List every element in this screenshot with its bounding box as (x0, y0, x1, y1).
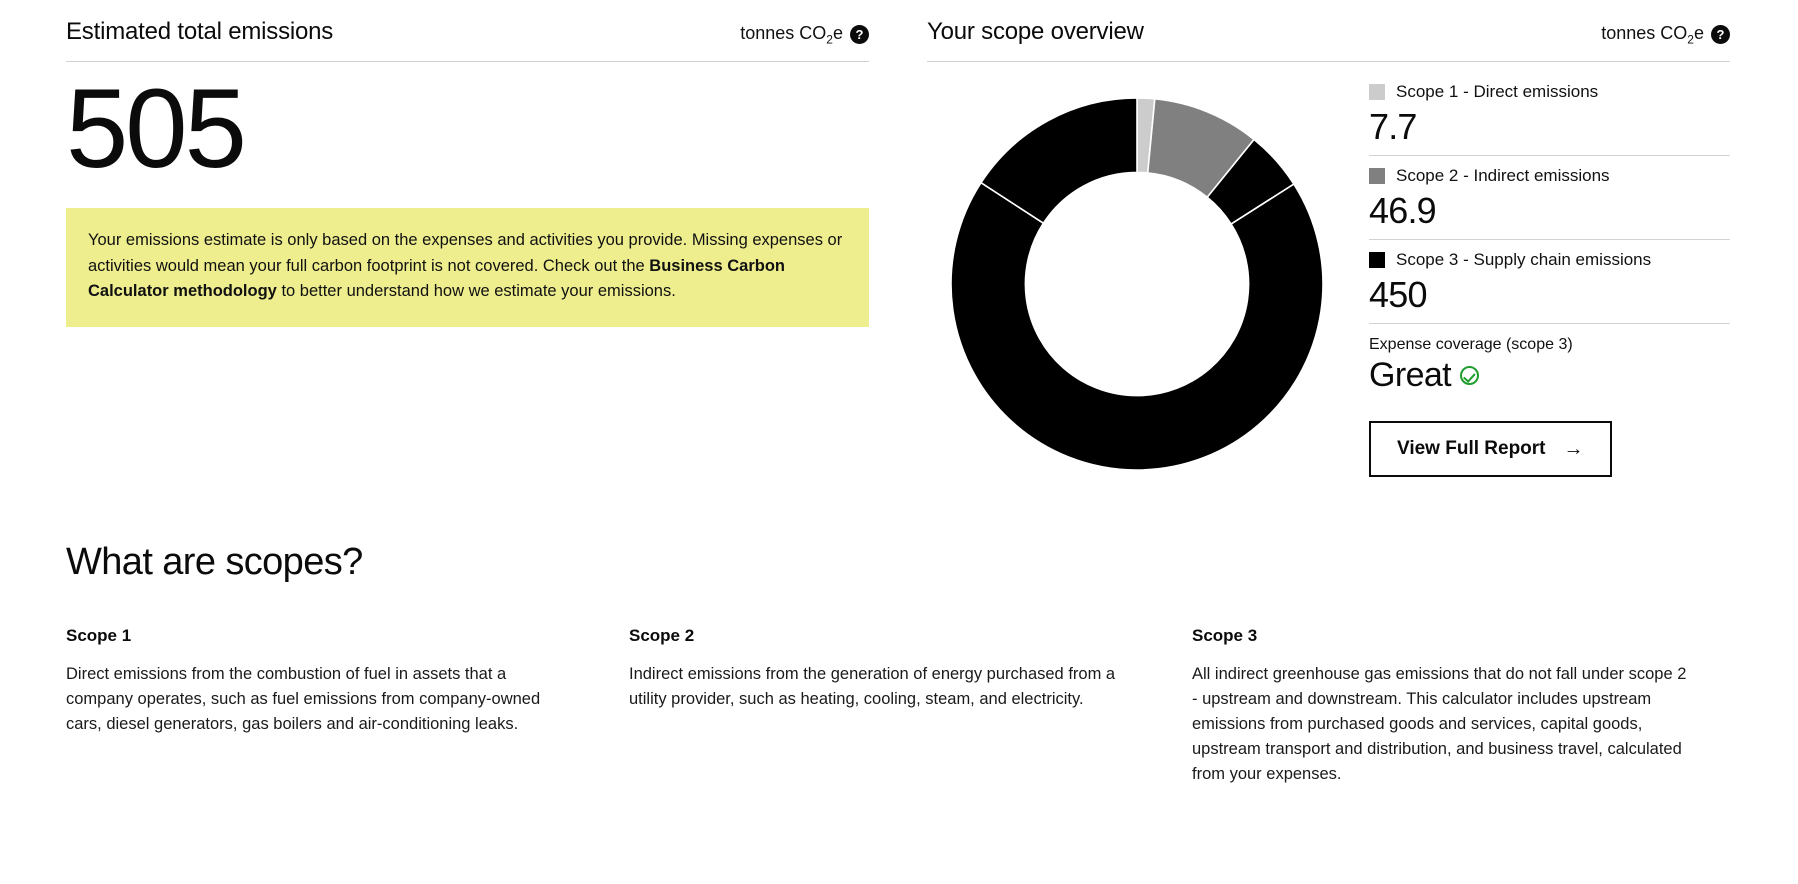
scope-card-title: Scope 3 (1192, 625, 1258, 645)
scope-panel-header: Your scope overview tonnes CO2e ? (927, 18, 1730, 62)
view-full-report-label: View Full Report (1397, 437, 1546, 459)
methodology-callout: Your emissions estimate is only based on… (66, 208, 869, 327)
estimated-total-emissions-panel: Estimated total emissions tonnes CO2e ? … (66, 18, 869, 477)
legend-label: Scope 3 - Supply chain emissions (1396, 249, 1652, 269)
scope-card-3: Scope 3 All indirect greenhouse gas emis… (1192, 626, 1695, 787)
section-heading: What are scopes? (66, 540, 363, 583)
scope-card-title: Scope 2 (629, 625, 695, 645)
scope-3-color-swatch-icon (1369, 251, 1385, 268)
scope-legend: Scope 1 - Direct emissions 7.7 Scope 2 -… (1369, 72, 1730, 477)
help-circle-icon[interactable]: ? (1711, 25, 1730, 45)
donut-segments (950, 96, 1324, 471)
check-circle-icon (1460, 365, 1480, 385)
donut-slice[interactable] (950, 181, 1324, 471)
legend-row: Scope 2 - Indirect emissions (1369, 166, 1730, 186)
emissions-units-label: tonnes CO2e ? (740, 23, 869, 47)
scope-card-title: Scope 1 (66, 625, 132, 645)
scope-2-color-swatch-icon (1369, 167, 1385, 184)
scope-cards-row: Scope 1 Direct emissions from the combus… (66, 626, 1732, 787)
scope-card-text: Indirect emissions from the generation o… (629, 664, 1116, 708)
legend-label: Scope 1 - Direct emissions (1396, 81, 1599, 101)
what-are-scopes-section: What are scopes? Scope 1 Direct emission… (0, 477, 1798, 787)
scope-1-color-swatch-icon (1369, 83, 1385, 100)
expense-coverage-label: Expense coverage (scope 3) (1369, 335, 1573, 353)
scope-donut-chart (950, 96, 1324, 471)
callout-text-part2: to better understand how we estimate you… (276, 282, 676, 301)
legend-value: 450 (1369, 273, 1427, 315)
legend-row: Scope 3 - Supply chain emissions (1369, 250, 1730, 270)
status-badge: Great (1369, 355, 1452, 394)
view-full-report-button[interactable]: View Full Report → (1369, 420, 1612, 477)
units-text: tonnes CO2e (1601, 23, 1704, 47)
legend-row: Scope 1 - Direct emissions (1369, 82, 1730, 102)
scope-card-2: Scope 2 Indirect emissions from the gene… (629, 626, 1132, 787)
emissions-panel-header: Estimated total emissions tonnes CO2e ? (66, 18, 869, 62)
scope-card-text: Direct emissions from the combustion of … (66, 664, 541, 733)
emissions-dashboard: Estimated total emissions tonnes CO2e ? … (0, 0, 1798, 884)
top-panels-row: Estimated total emissions tonnes CO2e ? … (0, 0, 1798, 477)
total-emissions-value: 505 (66, 65, 247, 191)
legend-label: Scope 2 - Indirect emissions (1396, 165, 1610, 185)
scope-card-text: All indirect greenhouse gas emissions th… (1192, 664, 1687, 784)
legend-item-scope-3: Scope 3 - Supply chain emissions 450 (1369, 250, 1730, 324)
arrow-right-icon: → (1563, 437, 1584, 460)
legend-value: 7.7 (1369, 105, 1417, 147)
page-title: Estimated total emissions (66, 18, 334, 45)
scope-card-1: Scope 1 Direct emissions from the combus… (66, 626, 569, 787)
units-text: tonnes CO2e (740, 23, 843, 47)
help-circle-icon[interactable]: ? (850, 25, 869, 45)
legend-item-scope-2: Scope 2 - Indirect emissions 46.9 (1369, 166, 1730, 240)
scope-overview-title: Your scope overview (927, 18, 1144, 45)
legend-item-scope-1: Scope 1 - Direct emissions 7.7 (1369, 82, 1730, 156)
scope-panel-body: Scope 1 - Direct emissions 7.7 Scope 2 -… (927, 62, 1730, 477)
scope-overview-panel: Your scope overview tonnes CO2e ? Scope … (927, 18, 1730, 477)
expense-coverage-status: Great (1369, 356, 1730, 395)
scope-donut-chart-wrapper (927, 72, 1347, 477)
legend-value: 46.9 (1369, 189, 1437, 231)
scope-units-label: tonnes CO2e ? (1601, 23, 1730, 47)
